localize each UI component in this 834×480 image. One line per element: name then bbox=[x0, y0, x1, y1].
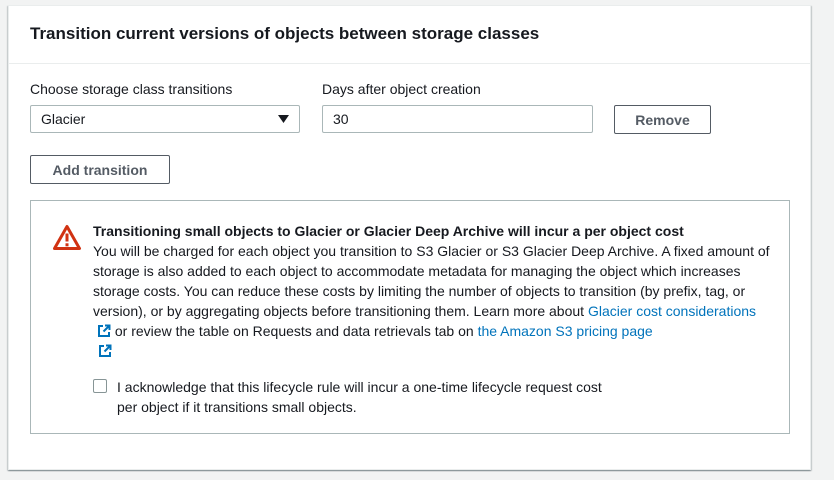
warning-icon bbox=[53, 225, 81, 250]
transition-panel: Transition current versions of objects b… bbox=[8, 5, 811, 470]
caret-down-icon bbox=[278, 115, 289, 123]
add-transition-button[interactable]: Add transition bbox=[30, 155, 170, 184]
storage-class-value: Glacier bbox=[41, 111, 86, 127]
warning-alert: Transitioning small objects to Glacier o… bbox=[30, 200, 790, 434]
alert-body: Transitioning small objects to Glacier o… bbox=[93, 221, 773, 361]
acknowledge-label[interactable]: I acknowledge that this lifecycle rule w… bbox=[117, 377, 613, 417]
storage-class-label: Choose storage class transitions bbox=[30, 81, 233, 97]
alert-middle-text: or review the table on Requests and data… bbox=[114, 323, 474, 339]
days-value: 30 bbox=[333, 111, 349, 127]
s3-pricing-link[interactable]: the Amazon S3 pricing page bbox=[478, 323, 653, 339]
acknowledge-row[interactable]: I acknowledge that this lifecycle rule w… bbox=[93, 377, 613, 417]
alert-description: You will be charged for each object you … bbox=[93, 241, 773, 361]
glacier-cost-link[interactable]: Glacier cost considerations bbox=[588, 303, 756, 319]
acknowledge-checkbox[interactable] bbox=[93, 379, 107, 393]
panel-header: Transition current versions of objects b… bbox=[9, 6, 810, 64]
external-link-icon[interactable] bbox=[97, 324, 111, 338]
panel-title: Transition current versions of objects b… bbox=[30, 23, 540, 43]
alert-title: Transitioning small objects to Glacier o… bbox=[93, 223, 684, 239]
days-input[interactable]: 30 bbox=[322, 105, 593, 133]
external-link-icon[interactable] bbox=[98, 344, 112, 358]
days-label: Days after object creation bbox=[322, 81, 481, 97]
remove-button[interactable]: Remove bbox=[614, 105, 711, 134]
storage-class-select[interactable]: Glacier bbox=[30, 105, 300, 133]
